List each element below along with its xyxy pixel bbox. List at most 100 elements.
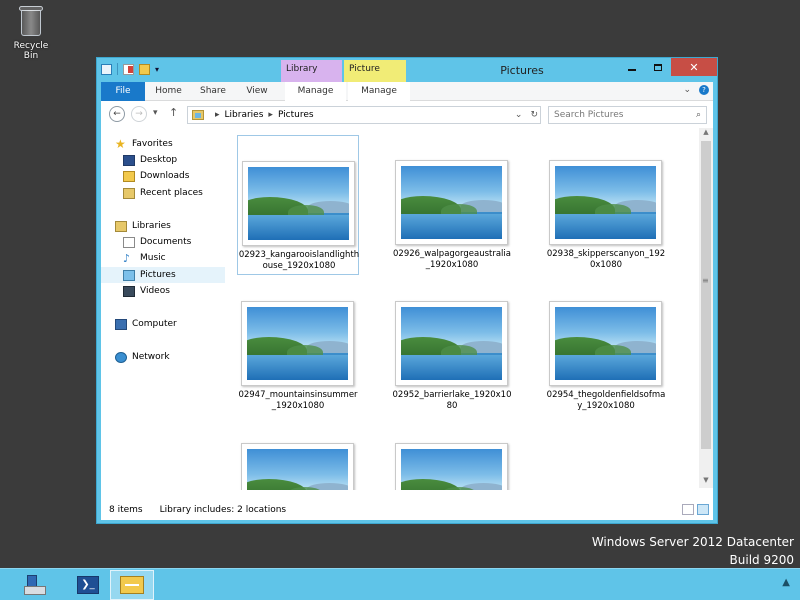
sidebar-item-downloads[interactable]: Downloads <box>101 168 225 184</box>
up-button[interactable]: ↑ <box>169 106 178 119</box>
new-folder-icon[interactable] <box>139 63 150 75</box>
properties-icon[interactable] <box>123 63 134 75</box>
scroll-grip-icon: ≡ <box>702 276 709 285</box>
sidebar-item-network[interactable]: Network <box>101 349 225 365</box>
title-bar[interactable]: ▾ Library Tools Picture Tools Pictures ✕ <box>97 58 717 92</box>
sidebar-item-videos[interactable]: Videos <box>101 283 225 299</box>
navigation-pane: ★ Favorites Desktop Downloads Recent pla… <box>101 128 225 488</box>
videos-icon <box>123 285 135 297</box>
close-button[interactable]: ✕ <box>671 58 717 76</box>
computer-icon <box>115 318 127 330</box>
file-item[interactable]: 02923_kangarooislandlighthouse_1920x1080 <box>237 135 359 275</box>
maximize-icon <box>654 63 662 71</box>
up-arrow-icon: ↑ <box>169 106 179 119</box>
forward-arrow-icon: → <box>135 109 143 119</box>
file-list: 02923_kangarooislandlighthouse_1920x1080… <box>227 128 701 490</box>
chevron-down-icon: ▾ <box>153 108 158 118</box>
documents-icon <box>123 236 135 248</box>
refresh-icon[interactable]: ↻ <box>530 110 538 120</box>
image-thumbnail <box>549 160 662 245</box>
file-item[interactable]: 02947_mountainsinsummer_1920x1080 <box>237 276 359 416</box>
tab-file[interactable]: File <box>101 82 145 101</box>
taskbar: ❯_ ▲ <box>0 568 800 600</box>
breadcrumb-pictures[interactable]: Pictures <box>278 110 314 120</box>
downloads-icon <box>123 170 135 182</box>
sidebar-item-favorites[interactable]: ★ Favorites <box>101 136 225 152</box>
pictures-library-icon <box>192 110 204 120</box>
tab-library-manage[interactable]: Manage <box>285 82 346 101</box>
vertical-scrollbar[interactable]: ▲ ≡ ▼ <box>699 128 713 488</box>
file-explorer-icon <box>120 576 144 594</box>
image-thumbnail <box>242 161 355 246</box>
search-placeholder: Search Pictures <box>554 110 624 120</box>
notification-area-arrow-icon[interactable]: ▲ <box>782 577 790 588</box>
image-thumbnail <box>549 301 662 386</box>
image-thumbnail <box>395 443 508 490</box>
expand-ribbon-icon[interactable]: ⌄ <box>683 85 691 95</box>
file-name: 02923_kangarooislandlighthouse_1920x1080 <box>238 250 360 271</box>
desktop-icon <box>123 154 135 166</box>
sidebar-item-pictures[interactable]: Pictures <box>101 267 225 283</box>
details-view-icon[interactable] <box>682 504 694 515</box>
minimize-button[interactable] <box>619 58 645 76</box>
back-arrow-icon: ← <box>113 109 121 119</box>
file-name: 02926_walpagorgeaustralia_1920x1080 <box>393 249 511 270</box>
recent-places-icon <box>123 187 135 199</box>
scroll-thumb[interactable] <box>701 141 711 449</box>
tab-home[interactable]: Home <box>145 82 192 101</box>
server-manager-button[interactable] <box>12 570 56 600</box>
customize-toolbar-icon[interactable]: ▾ <box>155 64 163 75</box>
sidebar-item-recent-places[interactable]: Recent places <box>101 185 225 201</box>
server-manager-icon <box>24 575 46 595</box>
file-item[interactable] <box>391 418 513 490</box>
libraries-icon <box>115 220 127 232</box>
search-icon: ⌕ <box>695 110 701 120</box>
file-name: 02952_barrierlake_1920x1080 <box>392 390 512 411</box>
file-name: 02938_skipperscanyon_1920x1080 <box>546 249 666 270</box>
window-title: Pictures <box>500 64 544 77</box>
close-icon: ✕ <box>689 60 699 74</box>
image-thumbnail <box>395 301 508 386</box>
sidebar-item-desktop[interactable]: Desktop <box>101 152 225 168</box>
file-name: 02947_mountainsinsummer_1920x1080 <box>238 390 358 411</box>
sidebar-item-documents[interactable]: Documents <box>101 234 225 250</box>
image-thumbnail <box>241 443 354 490</box>
recycle-bin[interactable]: Recycle Bin <box>6 4 56 61</box>
tab-view[interactable]: View <box>234 82 280 101</box>
pictures-icon <box>123 269 135 281</box>
file-explorer-button[interactable] <box>110 570 154 600</box>
file-item[interactable]: 02926_walpagorgeaustralia_1920x1080 <box>391 135 513 275</box>
file-item[interactable]: 02952_barrierlake_1920x1080 <box>391 276 513 416</box>
breadcrumb-libraries[interactable]: Libraries <box>225 110 264 120</box>
tab-share[interactable]: Share <box>192 82 234 101</box>
maximize-button[interactable] <box>645 58 671 76</box>
file-item[interactable]: 02938_skipperscanyon_1920x1080 <box>545 135 667 275</box>
scroll-up-icon[interactable]: ▲ <box>699 128 713 140</box>
help-icon[interactable]: ? <box>699 85 709 95</box>
os-build-watermark: Build 9200 <box>729 553 794 567</box>
tab-picture-manage[interactable]: Manage <box>348 82 410 101</box>
address-bar[interactable]: ▸ Libraries ▸ Pictures ⌄ ↻ <box>187 106 541 124</box>
sidebar-item-libraries[interactable]: Libraries <box>101 218 225 234</box>
sidebar-item-computer[interactable]: Computer <box>101 316 225 332</box>
explorer-window: ▾ Library Tools Picture Tools Pictures ✕… <box>96 57 718 524</box>
file-item[interactable] <box>237 418 359 490</box>
address-dropdown-icon[interactable]: ⌄ <box>515 110 523 120</box>
quick-access-toolbar: ▾ <box>101 63 163 75</box>
back-button[interactable]: ← <box>109 106 125 122</box>
library-tools-context-tab: Library Tools <box>281 60 342 92</box>
forward-button[interactable]: → <box>131 106 147 122</box>
breadcrumb-chevron-icon: ▸ <box>268 110 273 120</box>
large-icons-view-icon[interactable] <box>697 504 709 515</box>
scroll-down-icon[interactable]: ▼ <box>699 476 713 488</box>
explorer-body: ← → ▾ ↑ ▸ Libraries ▸ Pictures ⌄ ↻ Searc… <box>101 101 713 520</box>
powershell-button[interactable]: ❯_ <box>66 570 110 600</box>
recent-locations-button[interactable]: ▾ <box>153 108 158 118</box>
file-item[interactable]: 02954_thegoldenfieldsofmay_1920x1080 <box>545 276 667 416</box>
sidebar-item-music[interactable]: ♪ Music <box>101 250 225 266</box>
file-name: 02954_thegoldenfieldsofmay_1920x1080 <box>546 390 666 411</box>
powershell-icon: ❯_ <box>77 576 99 594</box>
search-input[interactable]: Search Pictures ⌕ <box>548 106 707 124</box>
star-icon: ★ <box>115 136 126 151</box>
minimize-icon <box>628 68 636 71</box>
